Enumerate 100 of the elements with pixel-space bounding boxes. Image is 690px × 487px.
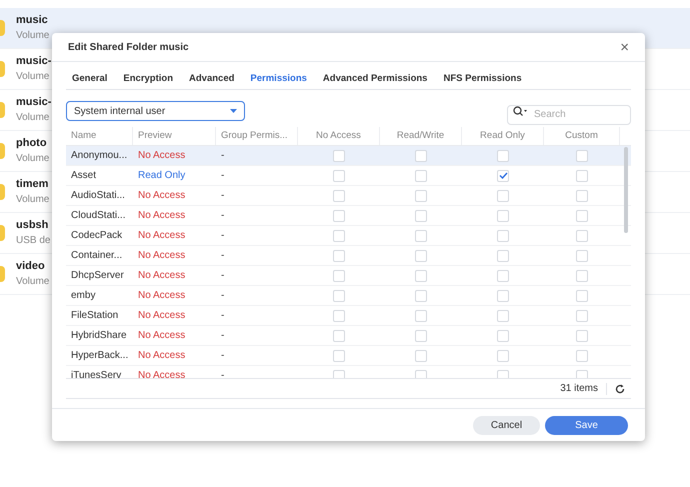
checkbox[interactable]	[333, 330, 345, 342]
tab[interactable]: General	[66, 69, 114, 89]
checkbox[interactable]	[497, 170, 509, 182]
table-row[interactable]: Anonymou... No Access -	[66, 146, 631, 166]
table-cell-text: No Access	[137, 189, 186, 203]
table-cell-text: AudioStati...	[70, 189, 126, 203]
table-cell-text: -	[220, 369, 226, 378]
tab[interactable]: Advanced Permissions	[316, 69, 434, 89]
checkbox[interactable]	[333, 350, 345, 362]
table-cell-text: No Access	[137, 149, 186, 163]
cancel-button[interactable]: Cancel	[473, 416, 540, 434]
table-cell-text: -	[220, 269, 226, 283]
table-cell-text: iTunesServ	[70, 369, 122, 378]
folder-subtitle: Volume	[16, 152, 50, 166]
folder-subtitle: Volume	[16, 193, 50, 207]
column-header[interactable]: Read Only	[462, 127, 544, 145]
column-header[interactable]: Group Permis...	[216, 127, 298, 145]
checkbox[interactable]	[333, 210, 345, 222]
table-cell-text: No Access	[137, 329, 186, 343]
column-header[interactable]: Preview	[133, 127, 216, 145]
folder-icon	[0, 20, 5, 36]
checkbox[interactable]	[576, 290, 588, 302]
checkbox[interactable]	[333, 290, 345, 302]
checkbox[interactable]	[576, 210, 588, 222]
checkbox[interactable]	[415, 310, 427, 322]
checkbox[interactable]	[497, 270, 509, 282]
table-cell-text: -	[220, 249, 226, 263]
checkbox[interactable]	[497, 250, 509, 262]
checkbox[interactable]	[415, 270, 427, 282]
tab[interactable]: Encryption	[117, 69, 180, 89]
checkbox[interactable]	[576, 170, 588, 182]
checkbox[interactable]	[576, 150, 588, 162]
user-type-dropdown[interactable]: System internal user	[66, 101, 245, 121]
checkbox[interactable]	[415, 170, 427, 182]
checkbox[interactable]	[333, 230, 345, 242]
checkbox[interactable]	[497, 230, 509, 242]
checkbox[interactable]	[333, 310, 345, 322]
folder-name: music-	[16, 95, 52, 110]
checkbox[interactable]	[415, 230, 427, 242]
checkbox[interactable]	[497, 330, 509, 342]
checkbox[interactable]	[333, 370, 345, 378]
folder-subtitle: Volume	[16, 70, 50, 84]
table-cell-text: No Access	[137, 369, 186, 378]
checkbox[interactable]	[576, 270, 588, 282]
search-icon[interactable]	[513, 106, 527, 116]
checkbox[interactable]	[415, 330, 427, 342]
checkbox[interactable]	[415, 250, 427, 262]
checkbox[interactable]	[333, 250, 345, 262]
column-header[interactable]: Name	[66, 127, 133, 145]
tab[interactable]: Permissions	[244, 69, 313, 89]
tab[interactable]: NFS Permissions	[437, 69, 528, 89]
checkbox[interactable]	[576, 230, 588, 242]
save-button[interactable]: Save	[545, 416, 628, 434]
table-cell-text: FileStation	[70, 309, 120, 323]
checkbox[interactable]	[415, 290, 427, 302]
folder-icon	[0, 266, 5, 282]
column-header[interactable]: Custom	[544, 127, 620, 145]
checkbox[interactable]	[333, 190, 345, 202]
folder-icon	[0, 61, 5, 77]
check-icon	[498, 172, 508, 179]
folder-name: photo	[16, 136, 48, 151]
search-field[interactable]: Search	[507, 104, 631, 124]
checkbox[interactable]	[576, 350, 588, 362]
refresh-icon[interactable]	[615, 384, 625, 394]
table-cell-text: -	[220, 169, 226, 183]
checkbox[interactable]	[415, 370, 427, 378]
checkbox[interactable]	[576, 330, 588, 342]
tab[interactable]: Advanced	[183, 69, 240, 89]
folder-subtitle: Volume	[16, 275, 50, 289]
scrollbar[interactable]	[624, 147, 628, 233]
checkbox[interactable]	[576, 310, 588, 322]
caret-icon	[230, 109, 237, 113]
checkbox[interactable]	[415, 350, 427, 362]
checkbox[interactable]	[415, 150, 427, 162]
checkbox[interactable]	[497, 150, 509, 162]
column-header[interactable]: No Access	[298, 127, 380, 145]
table-cell-text: No Access	[137, 209, 186, 223]
folder-name: music-	[16, 54, 52, 69]
folder-name: usbsh	[16, 218, 50, 233]
column-header[interactable]: Read/Write	[380, 127, 462, 145]
table-cell-text: No Access	[137, 309, 186, 323]
checkbox[interactable]	[497, 190, 509, 202]
checkbox[interactable]	[576, 250, 588, 262]
checkbox[interactable]	[576, 370, 588, 378]
folder-subtitle: Volume	[16, 29, 50, 43]
table-cell-text: -	[220, 309, 226, 323]
checkbox[interactable]	[497, 210, 509, 222]
checkbox[interactable]	[333, 270, 345, 282]
table-cell-text: Asset	[70, 169, 98, 183]
checkbox[interactable]	[333, 150, 345, 162]
checkbox[interactable]	[415, 210, 427, 222]
checkbox[interactable]	[415, 190, 427, 202]
checkbox[interactable]	[576, 190, 588, 202]
checkbox[interactable]	[333, 170, 345, 182]
table-cell-text: No Access	[137, 269, 186, 283]
checkbox[interactable]	[497, 350, 509, 362]
checkbox[interactable]	[497, 290, 509, 302]
folder-name: timem	[16, 177, 50, 192]
checkbox[interactable]	[497, 310, 509, 322]
checkbox[interactable]	[497, 370, 509, 378]
